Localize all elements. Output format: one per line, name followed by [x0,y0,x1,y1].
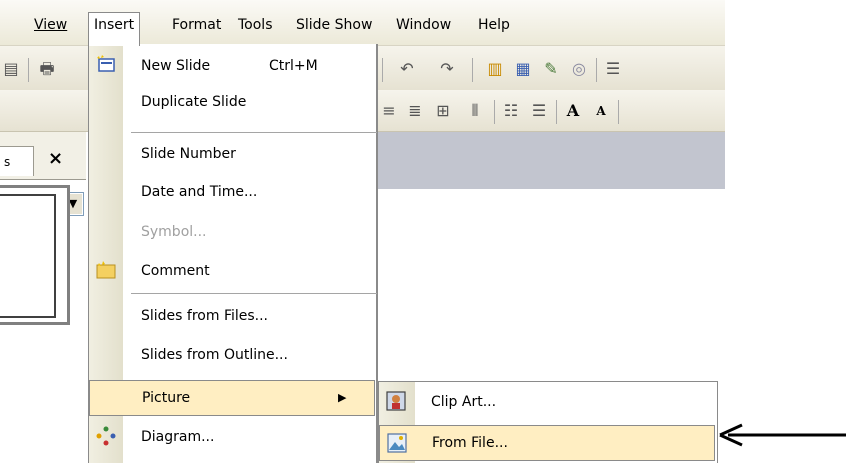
annotation-arrow-icon [719,423,846,447]
menu-item-picture[interactable]: Picture ▶ [89,380,375,416]
diagram-icon [96,426,116,446]
menu-item-duplicate-slide[interactable]: Duplicate Slide [89,84,377,120]
undo-icon[interactable]: ↶ [396,58,418,80]
menu-item-slides-from-outline[interactable]: Slides from Outline... [89,337,377,373]
toolbar-separator [596,58,597,82]
tables-borders-icon[interactable]: ✎ [540,58,562,80]
menu-view[interactable]: View [32,13,69,37]
menu-slide-show[interactable]: Slide Show [294,13,374,37]
clip-art-icon [386,391,406,411]
tab-slides[interactable]: s [0,146,34,176]
from-file-icon [387,433,407,453]
menu-item-from-file[interactable]: From File... [379,425,715,461]
menu-item-new-slide[interactable]: New Slide Ctrl+M [89,48,377,84]
menu-item-diagram[interactable]: Diagram... [89,419,377,455]
text-direction-icon[interactable]: ⫴ [464,100,486,122]
menu-item-slide-number[interactable]: Slide Number [89,136,377,172]
toolbar-separator [618,100,619,124]
insert-hyperlink-icon[interactable]: ◎ [568,58,590,80]
submenu-arrow-icon: ▶ [338,391,347,404]
menu-bar: View Insert Format Tools Slide Show Wind… [0,0,725,46]
bullets-icon[interactable]: ☰ [528,100,550,122]
align-center-icon[interactable]: ≡ [378,100,400,122]
toolbar-separator [472,58,473,82]
insert-menu: New Slide Ctrl+M Duplicate Slide Slide N… [88,44,378,463]
redo-icon[interactable]: ↷ [436,58,458,80]
menu-item-comment[interactable]: Comment [89,253,377,289]
toolbar-separator [556,100,557,124]
print-icon[interactable]: 🖶 [36,58,58,80]
menu-tools[interactable]: Tools [236,13,275,37]
print-preview-icon[interactable]: ▤ [0,58,22,80]
new-slide-icon [97,55,115,72]
menu-item-clip-art[interactable]: Clip Art... [379,384,717,420]
increase-font-icon[interactable]: A [562,100,584,122]
menu-separator [131,293,377,294]
slide-thumbnail[interactable] [0,185,70,325]
picture-submenu: Clip Art... From File... [378,381,718,463]
workspace-header [378,132,725,189]
numbering-icon[interactable]: ☷ [500,100,522,122]
menu-item-slides-from-files[interactable]: Slides from Files... [89,298,377,334]
outline-slides-pane-tabs: s × [0,132,86,180]
distribute-vertical-icon[interactable]: ⊞ [432,100,454,122]
menu-item-symbol: Symbol... [141,224,207,240]
menu-window[interactable]: Window [394,13,453,37]
decrease-font-icon[interactable]: A [590,100,612,122]
menu-item-date-and-time[interactable]: Date and Time... [89,174,377,210]
insert-table-icon[interactable]: ▦ [512,58,534,80]
menu-format[interactable]: Format [170,13,223,37]
toolbar-separator [382,58,383,82]
comment-icon [96,261,116,279]
toolbar-separator [28,58,29,82]
insert-chart-icon[interactable]: ▥ [484,58,506,80]
slide-thumbnail-frame [0,194,56,318]
menu-insert[interactable]: Insert [88,12,141,46]
menu-separator [131,132,377,133]
menu-help[interactable]: Help [476,13,512,37]
align-right-icon[interactable]: ≣ [404,100,426,122]
expand-all-icon[interactable]: ☰ [602,58,624,80]
toolbar-separator [494,100,495,124]
close-icon[interactable]: × [48,148,63,169]
